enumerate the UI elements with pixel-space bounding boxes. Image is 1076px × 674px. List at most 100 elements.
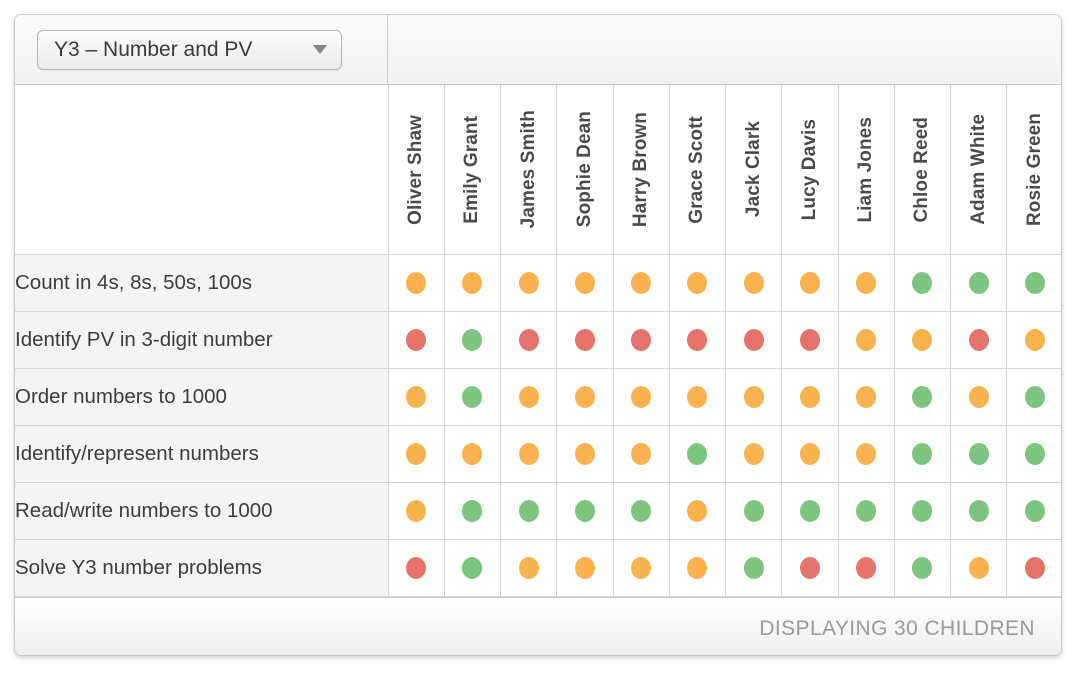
status-cell[interactable] [949, 482, 1008, 540]
status-cell[interactable] [387, 368, 445, 426]
status-cell[interactable] [837, 539, 895, 597]
status-cell[interactable] [781, 368, 839, 426]
pupil-header-cell[interactable]: Grace Scott [668, 85, 727, 255]
status-cell[interactable] [1006, 539, 1061, 597]
status-dot-a [518, 386, 539, 408]
status-cell[interactable] [443, 539, 502, 597]
assessment-grid-wrapper: Oliver Shaw Emily Grant James Smith Soph… [15, 85, 1061, 655]
status-cell[interactable] [837, 425, 895, 483]
status-cell[interactable] [443, 425, 502, 483]
status-cell[interactable] [556, 425, 614, 483]
status-dot-a [856, 329, 877, 351]
status-cell[interactable] [1006, 482, 1061, 540]
pupil-header-cell[interactable]: Harry Brown [612, 85, 670, 255]
pupil-header-cell[interactable]: Lucy Davis [781, 85, 839, 255]
status-cell[interactable] [556, 539, 614, 597]
status-cell[interactable] [1006, 254, 1061, 312]
status-dot-g [462, 500, 483, 522]
status-cell[interactable] [893, 254, 952, 312]
status-cell[interactable] [668, 254, 727, 312]
status-cell[interactable] [893, 482, 952, 540]
status-cell[interactable] [612, 425, 670, 483]
objective-label-cell[interactable]: Read/write numbers to 1000 [15, 482, 389, 540]
status-cell[interactable] [612, 311, 670, 369]
status-cell[interactable] [724, 482, 783, 540]
objective-label-cell[interactable]: Order numbers to 1000 [15, 368, 389, 426]
status-cell[interactable] [443, 368, 502, 426]
status-cell[interactable] [781, 425, 839, 483]
pupil-header-cell[interactable]: Sophie Dean [556, 85, 614, 255]
status-cell[interactable] [724, 254, 783, 312]
status-dot-a [743, 386, 764, 408]
status-cell[interactable] [387, 482, 445, 540]
status-cell[interactable] [837, 368, 895, 426]
status-cell[interactable] [949, 254, 1008, 312]
status-dot-g [912, 272, 933, 294]
status-cell[interactable] [612, 482, 670, 540]
status-cell[interactable] [781, 311, 839, 369]
status-cell[interactable] [724, 368, 783, 426]
status-cell[interactable] [668, 539, 727, 597]
status-cell[interactable] [724, 425, 783, 483]
status-cell[interactable] [387, 425, 445, 483]
panel-footer: DISPLAYING 30 CHILDREN [15, 597, 1061, 655]
status-cell[interactable] [1006, 368, 1061, 426]
status-cell[interactable] [668, 482, 727, 540]
status-cell[interactable] [893, 311, 952, 369]
pupil-header-cell[interactable]: Oliver Shaw [387, 85, 445, 255]
status-cell[interactable] [893, 425, 952, 483]
status-cell[interactable] [949, 311, 1008, 369]
pupil-header-cell[interactable]: James Smith [499, 85, 558, 255]
status-cell[interactable] [556, 311, 614, 369]
status-cell[interactable] [443, 482, 502, 540]
status-cell[interactable] [781, 539, 839, 597]
pupil-header-cell[interactable]: Rosie Green [1006, 85, 1061, 255]
status-cell[interactable] [499, 425, 558, 483]
status-dot-r [406, 329, 427, 351]
status-cell[interactable] [612, 539, 670, 597]
status-dot-r [799, 329, 820, 351]
status-cell[interactable] [612, 368, 670, 426]
status-cell[interactable] [724, 311, 783, 369]
status-cell[interactable] [724, 539, 783, 597]
status-cell[interactable] [949, 539, 1008, 597]
pupil-header-cell[interactable]: Emily Grant [443, 85, 502, 255]
pupil-header-cell[interactable]: Jack Clark [724, 85, 783, 255]
pupil-header-cell[interactable]: Adam White [949, 85, 1008, 255]
status-cell[interactable] [499, 368, 558, 426]
status-cell[interactable] [949, 368, 1008, 426]
status-cell[interactable] [893, 539, 952, 597]
status-cell[interactable] [499, 539, 558, 597]
status-cell[interactable] [499, 482, 558, 540]
pupil-header-cell[interactable]: Chloe Reed [893, 85, 952, 255]
status-cell[interactable] [668, 311, 727, 369]
status-cell[interactable] [612, 254, 670, 312]
class-topic-select[interactable]: Y3 – Number and PV [37, 29, 342, 70]
status-cell[interactable] [668, 368, 727, 426]
status-cell[interactable] [499, 254, 558, 312]
status-cell[interactable] [837, 482, 895, 540]
status-cell[interactable] [781, 482, 839, 540]
status-cell[interactable] [556, 368, 614, 426]
status-cell[interactable] [668, 425, 727, 483]
status-cell[interactable] [1006, 425, 1061, 483]
status-cell[interactable] [556, 254, 614, 312]
status-cell[interactable] [499, 311, 558, 369]
status-cell[interactable] [387, 539, 445, 597]
status-cell[interactable] [1006, 311, 1061, 369]
objective-label-cell[interactable]: Count in 4s, 8s, 50s, 100s [15, 254, 389, 312]
status-cell[interactable] [837, 311, 895, 369]
status-cell[interactable] [556, 482, 614, 540]
objective-label-cell[interactable]: Identify PV in 3-digit number [15, 311, 389, 369]
status-cell[interactable] [443, 311, 502, 369]
status-cell[interactable] [893, 368, 952, 426]
objective-label-cell[interactable]: Identify/represent numbers [15, 425, 389, 483]
status-cell[interactable] [443, 254, 502, 312]
status-cell[interactable] [387, 311, 445, 369]
pupil-header-cell[interactable]: Liam Jones [837, 85, 895, 255]
status-cell[interactable] [837, 254, 895, 312]
status-cell[interactable] [387, 254, 445, 312]
status-cell[interactable] [949, 425, 1008, 483]
objective-label-cell[interactable]: Solve Y3 number problems [15, 539, 389, 597]
status-cell[interactable] [781, 254, 839, 312]
